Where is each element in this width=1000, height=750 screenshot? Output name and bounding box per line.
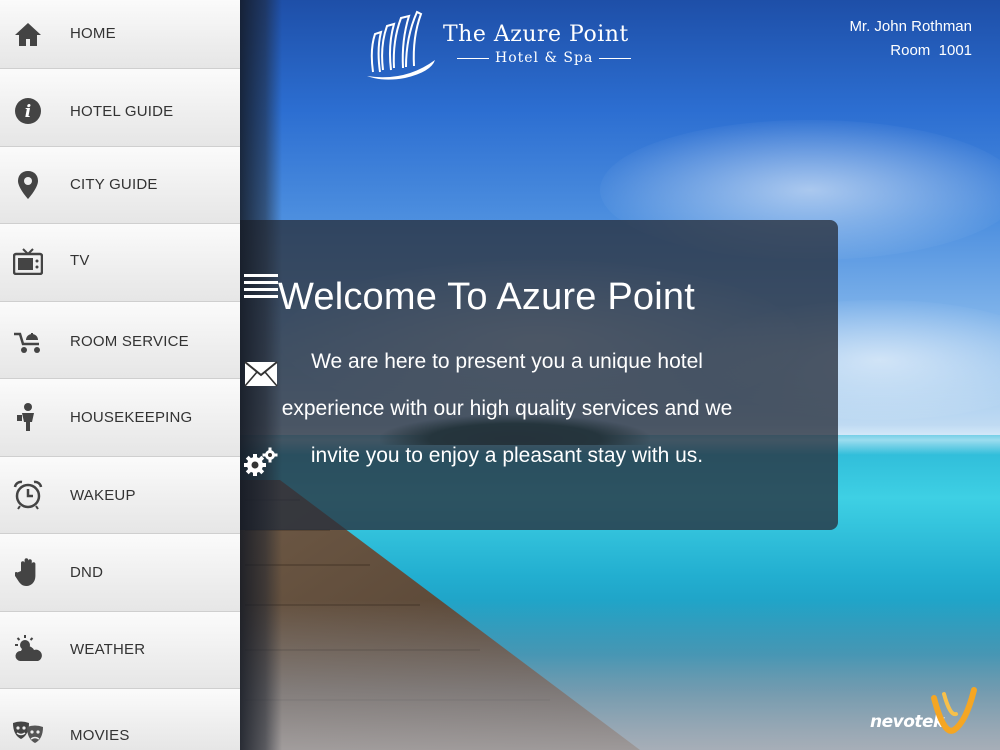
menu-item-movies[interactable]: MOVIES <box>0 689 240 750</box>
sidebar-menu: HOME i HOTEL GUIDE CITY GUIDE TV ROOM SE… <box>0 0 240 750</box>
menu-item-label: TV <box>70 252 90 269</box>
menu-item-label: WAKEUP <box>70 487 136 504</box>
logo-title: The Azure Point <box>443 22 629 47</box>
menu-item-label: WEATHER <box>70 641 146 658</box>
map-pin-icon <box>12 169 44 201</box>
guest-name: Mr. John Rothman <box>849 18 972 35</box>
nevotek-logo-icon <box>931 687 977 734</box>
hand-icon <box>12 556 44 588</box>
menu-item-label: HOME <box>70 25 116 42</box>
welcome-title: Welcome To Azure Point <box>278 276 695 318</box>
room-service-cart-icon <box>12 325 44 357</box>
menu-item-home[interactable]: HOME <box>0 0 240 69</box>
menu-item-label: ROOM SERVICE <box>70 333 189 350</box>
hotel-logo-mark-icon <box>367 10 435 80</box>
welcome-message: We are here to present you a unique hote… <box>281 350 733 467</box>
svg-text:i: i <box>25 102 31 122</box>
info-icon: i <box>12 95 44 127</box>
menu-item-wakeup[interactable]: WAKEUP <box>0 457 240 534</box>
menu-item-label: DND <box>70 564 104 581</box>
logo-subtitle: Hotel & Spa <box>451 50 637 66</box>
hotel-logo: The Azure Point Hotel & Spa <box>365 10 640 82</box>
menu-item-label: CITY GUIDE <box>70 176 158 193</box>
menu-item-hotel-guide[interactable]: i HOTEL GUIDE <box>0 69 240 147</box>
menu-item-label: HOTEL GUIDE <box>70 103 174 120</box>
menu-item-dnd[interactable]: DND <box>0 534 240 612</box>
menu-item-city-guide[interactable]: CITY GUIDE <box>0 147 240 224</box>
housekeeper-icon <box>12 401 44 433</box>
theater-masks-icon <box>12 717 44 749</box>
home-icon <box>12 18 44 50</box>
alarm-clock-icon <box>12 479 44 511</box>
menu-item-weather[interactable]: WEATHER <box>0 612 240 689</box>
envelope-icon[interactable] <box>243 358 279 390</box>
menu-item-label: HOUSEKEEPING <box>70 409 193 426</box>
room-number: Room 1001 <box>890 42 972 59</box>
nevotek-brand: nevotek <box>870 686 980 742</box>
menu-item-room-service[interactable]: ROOM SERVICE <box>0 302 240 379</box>
menu-item-housekeeping[interactable]: HOUSEKEEPING <box>0 379 240 457</box>
menu-icon[interactable] <box>243 270 279 302</box>
menu-item-tv[interactable]: TV <box>0 224 240 302</box>
weather-icon <box>12 634 44 666</box>
gears-icon[interactable] <box>243 446 279 478</box>
guest-info: Mr. John Rothman Room 1001 <box>849 15 972 63</box>
menu-item-label: MOVIES <box>70 727 130 744</box>
tv-icon <box>12 245 44 277</box>
